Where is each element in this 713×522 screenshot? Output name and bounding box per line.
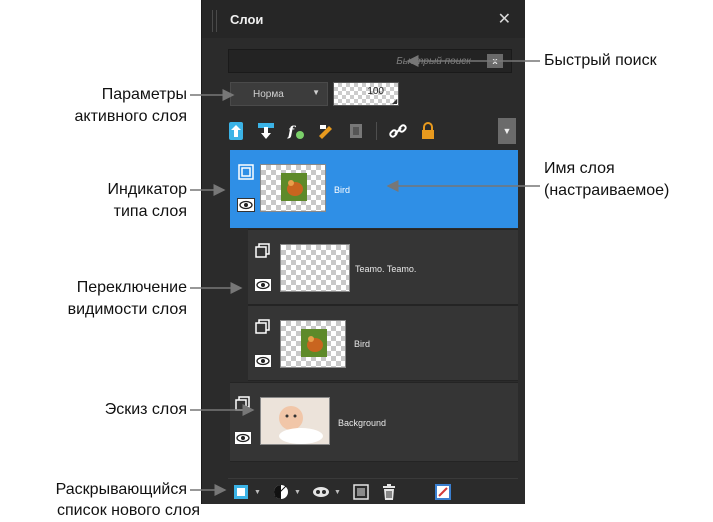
lock-layer-icon[interactable] (418, 121, 438, 141)
layer-row[interactable]: Bird (248, 305, 518, 381)
group-layers-icon[interactable] (346, 121, 366, 141)
search-input[interactable] (229, 50, 477, 72)
layer-name[interactable]: Bird (354, 339, 370, 349)
raster-layer-type-icon (237, 163, 255, 181)
clear-search-button[interactable]: x (487, 54, 503, 68)
svg-text:f: f (287, 124, 297, 140)
callout-layer-name-line1: Имя слоя (544, 160, 615, 177)
chevron-down-icon[interactable]: ▼ (294, 489, 301, 496)
callout-thumbnail: Эскиз слоя (104, 401, 187, 418)
new-layer-icon[interactable] (232, 483, 250, 501)
chevron-down-icon[interactable]: ▼ (334, 489, 341, 496)
layer-effects-icon[interactable]: f (286, 121, 306, 141)
chevron-down-icon[interactable]: ▼ (254, 489, 261, 496)
visibility-eye-icon[interactable] (254, 278, 272, 292)
visibility-eye-icon[interactable] (237, 198, 255, 212)
opacity-field[interactable]: 100 (333, 82, 399, 106)
properties-icon[interactable] (434, 483, 452, 501)
callout-active-layer-params-line2: активного слоя (74, 108, 187, 125)
mask-icon[interactable] (312, 483, 330, 501)
layer-name[interactable]: Teamo. Teamo. (355, 264, 416, 274)
blend-mode-value: Норма (253, 89, 284, 100)
move-layer-down-icon[interactable] (256, 121, 276, 141)
callout-layer-type-line2: типа слоя (113, 203, 187, 220)
panel-title: Слои (230, 12, 264, 27)
layer-thumbnail (280, 244, 350, 292)
background-layer-type-icon (234, 395, 252, 413)
raster-layer-type-icon (254, 318, 272, 336)
opacity-value: 100 (367, 86, 384, 97)
callout-layer-type-line1: Индикатор (107, 181, 187, 198)
layer-thumbnail (260, 164, 326, 212)
layer-name[interactable]: Background (338, 418, 386, 428)
callout-new-layer-line2: список нового слоя (57, 502, 200, 519)
bottom-toolbar: ▼ ▼ ▼ (228, 478, 518, 505)
drag-grip[interactable] (212, 10, 217, 32)
blend-mode-dropdown[interactable]: Норма ▼ (230, 82, 328, 106)
callout-active-layer-params-line1: Параметры (101, 86, 187, 103)
toolbar-divider (376, 122, 377, 140)
visibility-eye-icon[interactable] (234, 431, 252, 445)
edit-layer-icon[interactable] (316, 121, 336, 141)
quick-search: x (228, 49, 512, 73)
layer-thumbnail (260, 397, 330, 445)
layers-panel: Слои ✕ x Норма ▼ 100 f (201, 0, 525, 504)
link-layers-icon[interactable] (388, 121, 408, 141)
callout-visibility-line1: Переключение (76, 279, 187, 296)
frame-icon[interactable] (352, 483, 370, 501)
toolbar-more-dropdown[interactable]: ▼ (498, 118, 516, 144)
layer-row[interactable]: Teamo. Teamo. (248, 229, 518, 305)
move-layer-up-icon[interactable] (226, 121, 246, 141)
chevron-down-icon: ▼ (312, 88, 320, 97)
layer-thumbnail (280, 320, 346, 368)
close-icon[interactable]: ✕ (498, 9, 511, 29)
layer-name[interactable]: Bird (334, 185, 350, 195)
callout-visibility-line2: видимости слоя (67, 301, 187, 318)
panel-titlebar[interactable]: Слои ✕ (202, 0, 525, 38)
callout-quick-search: Быстрый поиск (544, 52, 657, 69)
opacity-slider-handle[interactable] (392, 99, 397, 104)
delete-icon[interactable] (380, 483, 398, 501)
layer-row[interactable]: Bird (230, 150, 518, 228)
adjustment-layer-icon[interactable] (272, 483, 290, 501)
layers-list: Bird Teamo. Teamo. Bird Background (226, 150, 518, 472)
callout-new-layer-line1: Раскрывающийся (55, 481, 187, 498)
visibility-eye-icon[interactable] (254, 354, 272, 368)
callout-layer-name-line2: (настраиваемое) (544, 182, 670, 199)
layer-row[interactable]: Background (230, 382, 518, 462)
layer-toolbar: f ▼ (224, 118, 516, 144)
raster-layer-type-icon (254, 242, 272, 260)
